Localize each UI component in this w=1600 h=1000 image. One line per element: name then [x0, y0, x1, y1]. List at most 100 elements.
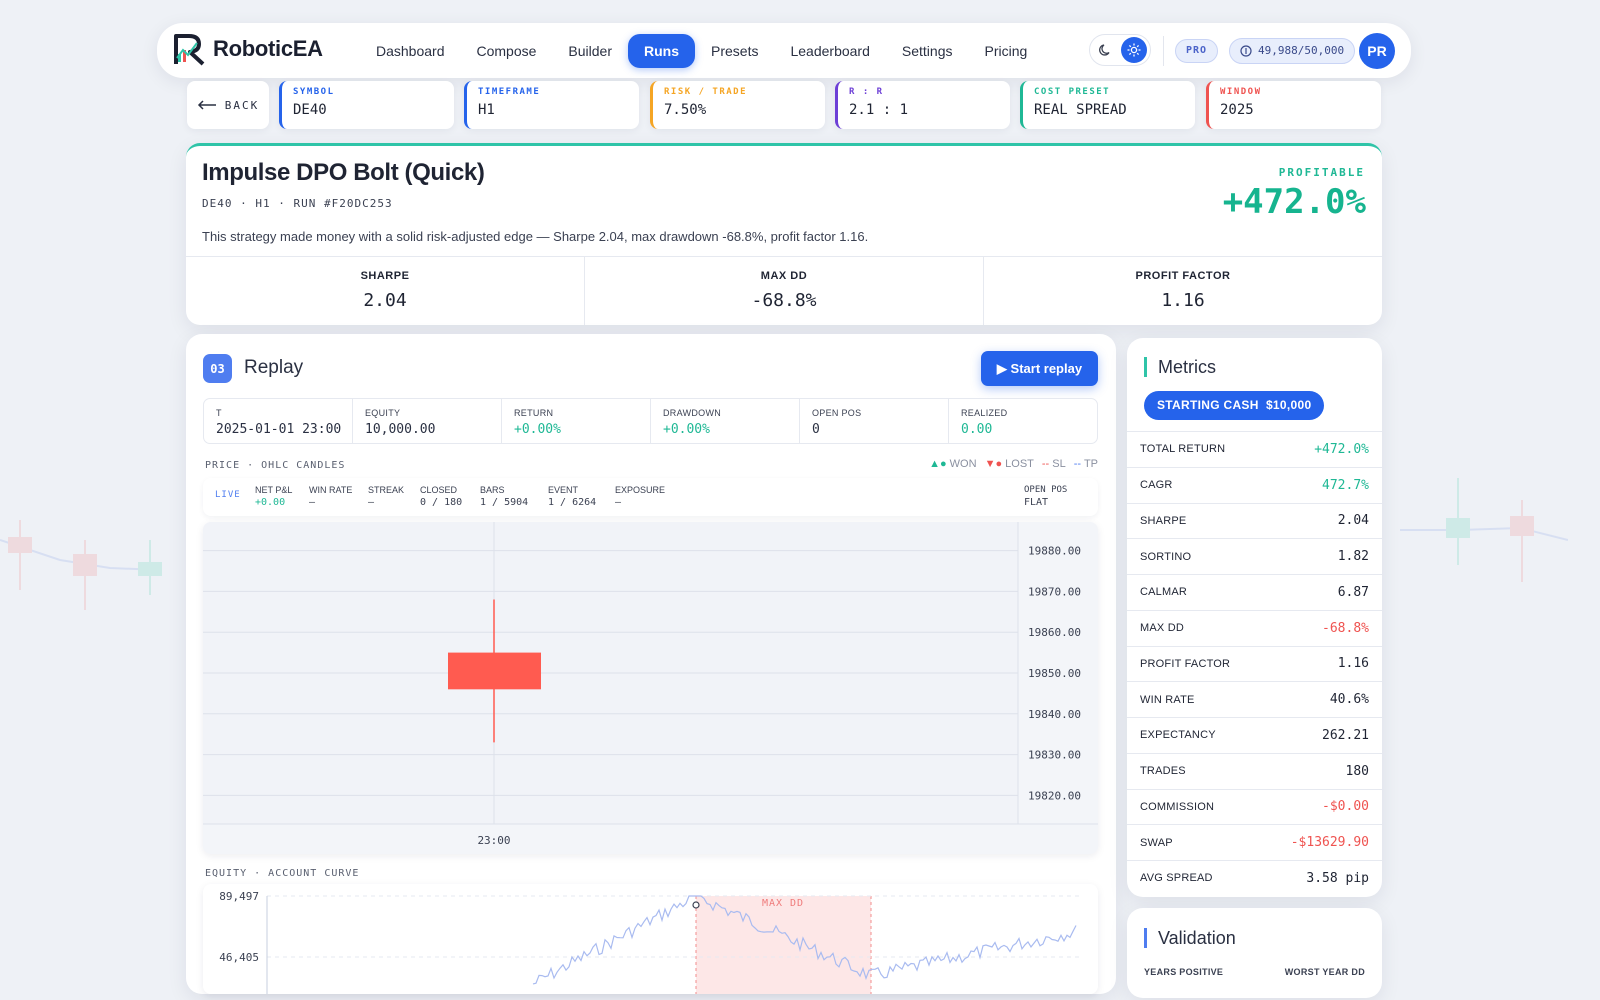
run-summary-card: Impulse DPO Bolt (Quick) DE40 · H1 · RUN…	[186, 143, 1382, 325]
stat-label: REALIZED	[961, 408, 1008, 418]
nav-builder[interactable]: Builder	[552, 34, 628, 68]
metric-value: 3.58 pip	[1306, 870, 1369, 886]
strategy-title: Impulse DPO Bolt (Quick)	[202, 159, 485, 186]
nav-presets[interactable]: Presets	[695, 34, 774, 68]
metric-label: COMMISSION	[1140, 800, 1215, 813]
param-window: WINDOW 2025	[1206, 81, 1381, 129]
stat-label: DRAWDOWN	[663, 408, 722, 418]
kpi-label: MAX DD	[760, 270, 808, 282]
metric-calmar: CALMAR 6.87	[1127, 574, 1382, 610]
param-value: DE40	[293, 102, 327, 118]
y-tick-label: 19840.00	[1028, 708, 1081, 721]
coin-icon	[1240, 45, 1252, 57]
nav-pricing[interactable]: Pricing	[968, 34, 1043, 68]
kpi-label: PROFIT FACTOR	[1135, 270, 1231, 282]
ticker-event: EVENT 1 / 6264	[548, 485, 596, 508]
param-r-r: R : R 2.1 : 1	[835, 81, 1010, 129]
metric-label: WIN RATE	[1140, 693, 1195, 706]
price-chart[interactable]: 19880.00 19870.00 19860.00 19850.00 19840.00…	[203, 522, 1098, 854]
metric-cagr: CAGR 472.7%	[1127, 466, 1382, 503]
stat-realized: REALIZED 0.00	[949, 399, 1097, 443]
metric-value: 1.82	[1337, 549, 1369, 565]
ticker-win-rate: WIN RATE —	[309, 485, 352, 508]
param-symbol: SYMBOL DE40	[279, 81, 454, 129]
metric-trades: TRADES 180	[1127, 752, 1382, 789]
metric-label: PROFIT FACTOR	[1140, 657, 1231, 670]
brand-logo[interactable]: RoboticEA	[173, 32, 323, 66]
metric-win-rate: WIN RATE 40.6%	[1127, 681, 1382, 717]
y-tick-label: 19830.00	[1028, 749, 1081, 762]
stat-return: RETURN +0.00%	[502, 399, 651, 443]
user-avatar[interactable]: PR	[1359, 33, 1395, 69]
param-value: 7.50%	[664, 102, 707, 118]
ticker-value: 1 / 5904	[480, 497, 529, 508]
nav-dashboard[interactable]: Dashboard	[360, 34, 461, 68]
candle-body[interactable]	[448, 652, 541, 690]
equity-chart-label: EQUITY · ACCOUNT CURVE	[205, 868, 360, 879]
stat-drawdown: DRAWDOWN +0.00%	[651, 399, 800, 443]
metrics-list: TOTAL RETURN +472.0% CAGR 472.7% SHARPE 2.04 S…	[1127, 431, 1382, 896]
years-positive-label: YEARS POSITIVE	[1144, 967, 1224, 977]
metric-label: CAGR	[1140, 479, 1173, 492]
metric-label: SHARPE	[1140, 514, 1187, 527]
metric-value: +472.0%	[1314, 441, 1369, 457]
credits-badge[interactable]: 49,988/50,000	[1229, 38, 1356, 64]
param-label: RISK / TRADE	[664, 87, 748, 97]
start-replay-button[interactable]: ▶ Start replay	[981, 351, 1098, 386]
metric-label: SWAP	[1140, 836, 1173, 849]
y-tick-label: 19880.00	[1028, 545, 1081, 558]
live-ticker: LIVE OPEN POS FLAT NET P&L +0.00 WIN RATE —…	[203, 478, 1098, 516]
chart-legend: ▲● WON ▼● LOST -- SL -- TP	[929, 458, 1098, 470]
sun-icon[interactable]	[1121, 37, 1147, 63]
arrow-left-icon	[197, 100, 216, 110]
robotic-logo-icon	[174, 34, 205, 66]
param-label: SYMBOL	[293, 87, 335, 97]
nav-divider	[1163, 36, 1164, 66]
ticker-exposure: EXPOSURE —	[615, 485, 665, 508]
ticker-label: NET P&L	[255, 485, 293, 495]
total-return: +472.0%	[1222, 182, 1366, 222]
param-risk-trade: RISK / TRADE 7.50%	[650, 81, 825, 129]
param-value: REAL SPREAD	[1034, 102, 1127, 118]
equity-chart[interactable]: MAX DD 89,497 46,405	[203, 884, 1098, 994]
run-description: This strategy made money with a solid ri…	[202, 229, 869, 244]
credits-value: 49,988/50,000	[1258, 44, 1345, 57]
ticker-value: —	[615, 497, 622, 508]
metric-value: 40.6%	[1329, 692, 1369, 708]
stat-equity: EQUITY 10,000.00	[353, 399, 502, 443]
param-cost-preset: COST PRESET REAL SPREAD	[1020, 81, 1195, 129]
theme-toggle[interactable]	[1089, 34, 1151, 66]
peak-marker	[692, 901, 700, 909]
metrics-panel: Metrics STARTING CASH $10,000 TOTAL RETU…	[1127, 338, 1382, 897]
param-label: TIMEFRAME	[478, 87, 541, 97]
replay-panel: 03 Replay ▶ Start replay T 2025-01-01 23:…	[186, 334, 1116, 994]
kpi-value: 2.04	[363, 290, 407, 311]
moon-icon[interactable]	[1093, 37, 1119, 63]
nav-compose[interactable]: Compose	[461, 34, 553, 68]
param-label: COST PRESET	[1034, 87, 1111, 97]
ticker-label: EVENT	[548, 485, 579, 495]
metric-swap: SWAP -$13629.90	[1127, 824, 1382, 860]
stat-label: RETURN	[514, 408, 554, 418]
kpi-sharpe: SHARPE 2.04	[186, 257, 585, 325]
starting-cash-badge: STARTING CASH $10,000	[1144, 391, 1325, 420]
ticker-streak: STREAK —	[368, 485, 404, 508]
stat-value: 0	[812, 422, 820, 437]
ticker-label: WIN RATE	[309, 485, 353, 495]
stat-label: OPEN POS	[812, 408, 862, 418]
y-tick-label: 19870.00	[1028, 585, 1081, 598]
stat-value: 0.00	[961, 422, 993, 437]
metric-value: -$0.00	[1322, 799, 1369, 815]
legend-lost: ▼● LOST	[984, 458, 1034, 470]
back-button[interactable]: BACK	[187, 81, 269, 129]
kpi-max-dd: MAX DD -68.8%	[585, 257, 984, 325]
plan-badge: PRO	[1175, 39, 1219, 63]
nav-leaderboard[interactable]: Leaderboard	[774, 34, 885, 68]
nav-runs[interactable]: Runs	[628, 34, 696, 68]
metric-value: 262.21	[1322, 727, 1369, 743]
equity-curve-chart: MAX DD 89,497 46,405	[219, 890, 1083, 994]
metric-label: AVG SPREAD	[1140, 872, 1213, 885]
nav-settings[interactable]: Settings	[886, 34, 969, 68]
max-dd-label: MAX DD	[762, 898, 804, 909]
stat-value: 10,000.00	[365, 422, 436, 437]
